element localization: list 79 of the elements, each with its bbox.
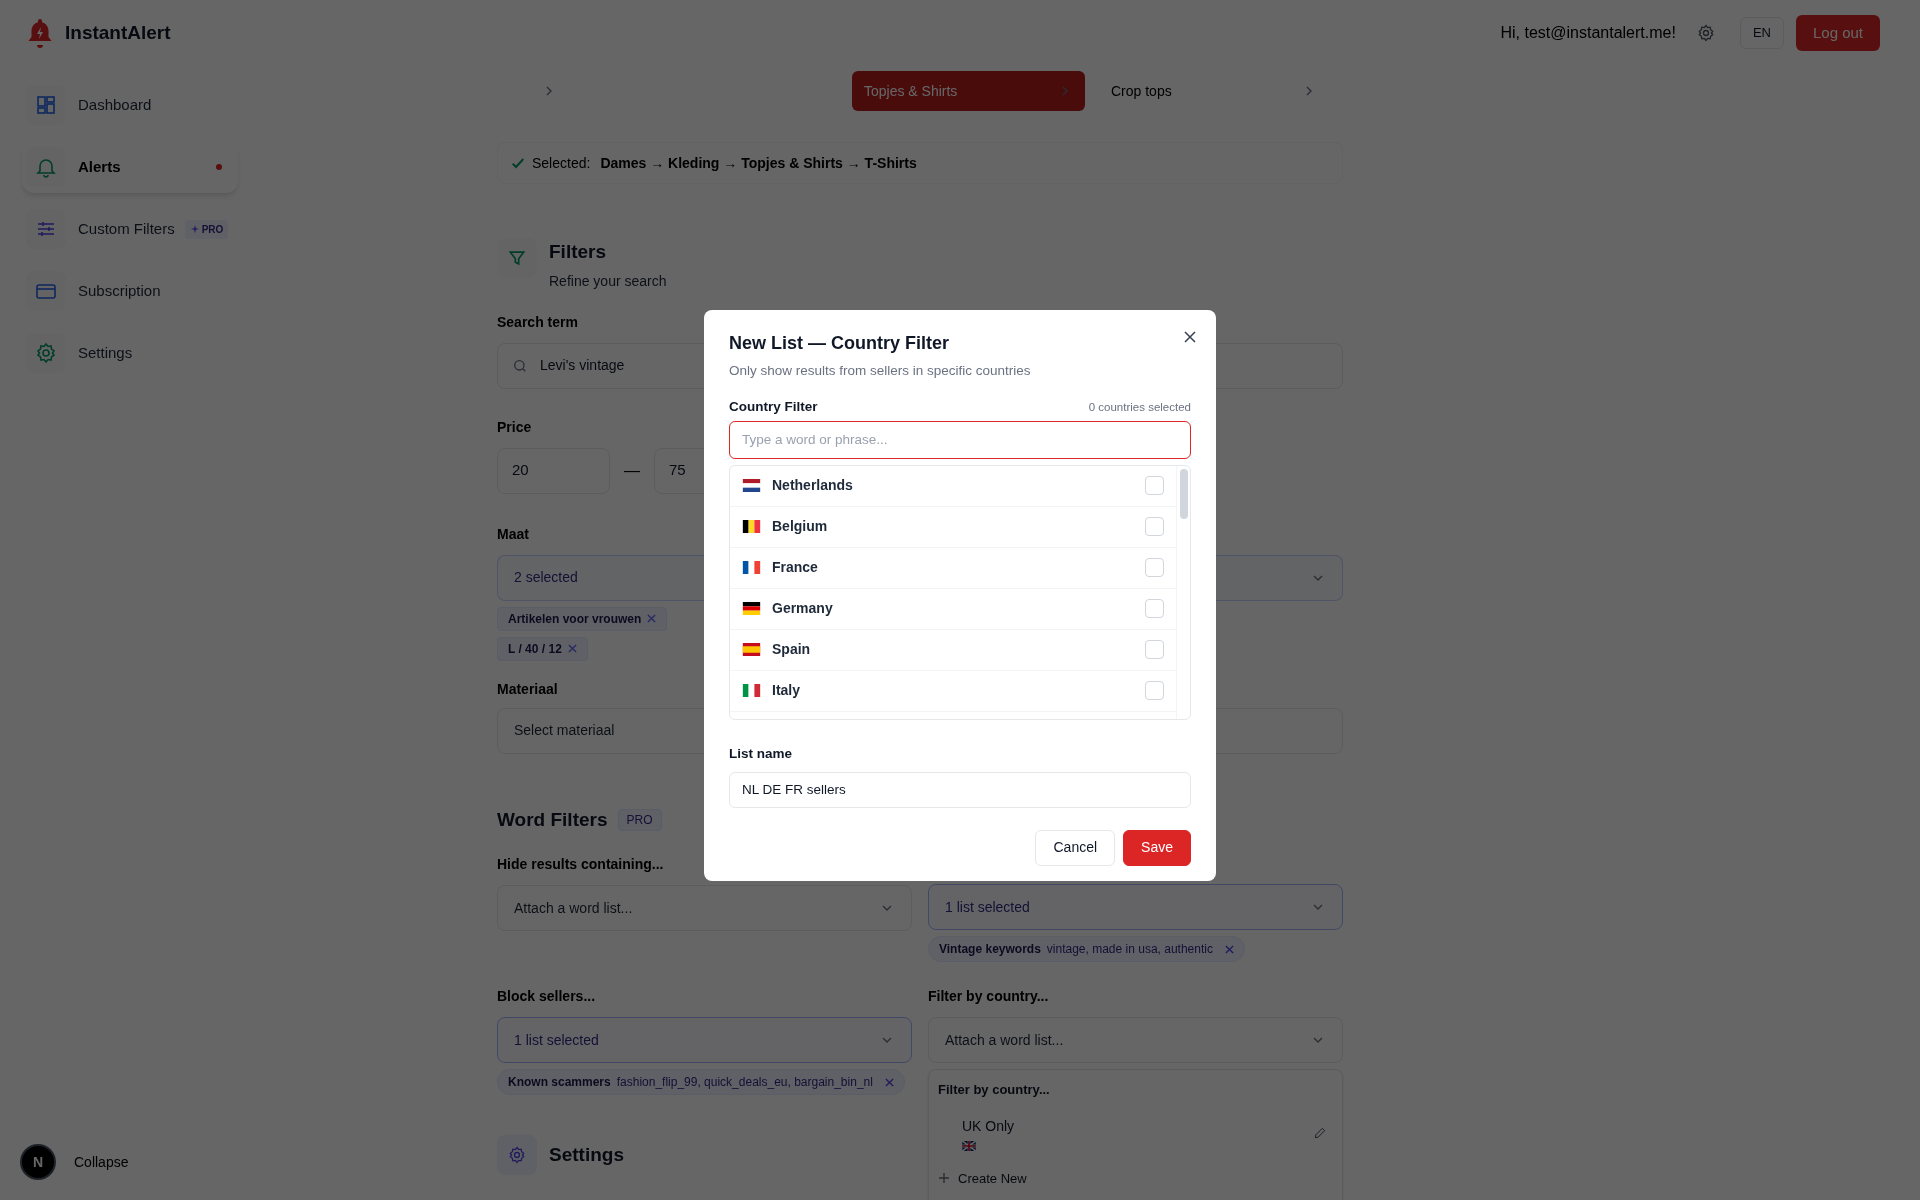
remove-icon[interactable]	[1224, 944, 1234, 954]
category-column[interactable]: Topjes & Shirts	[852, 71, 1085, 111]
country-row[interactable]: Italy	[730, 670, 1176, 712]
checkbox[interactable]	[1145, 558, 1164, 577]
modal-subtitle: Only show results from sellers in specific countries	[729, 362, 1032, 380]
country-row[interactable]: France	[730, 547, 1176, 589]
word-list-select[interactable]: Attach a word list...	[497, 885, 912, 931]
sidebar-item[interactable]: Alerts	[22, 141, 238, 193]
checkbox[interactable]	[1145, 599, 1164, 618]
sidebar-item[interactable]: Subscription	[22, 265, 238, 317]
selection-count: 0 countries selected	[1088, 399, 1191, 415]
gear-icon	[497, 1135, 537, 1175]
sidebar-item[interactable]: Custom Filters PRO	[22, 203, 238, 255]
price-min-field[interactable]: 20	[497, 447, 610, 494]
avatar[interactable]: N	[22, 1146, 54, 1178]
section-subtitle: Refine your search	[549, 271, 667, 291]
flag-icon	[742, 520, 761, 533]
field-label: Search term	[497, 312, 578, 332]
sidebar-item[interactable]: Settings	[22, 327, 238, 379]
collapse-button[interactable]: Collapse	[74, 1151, 129, 1173]
country-row[interactable]: Spain	[730, 629, 1176, 671]
section-title: Filters	[549, 240, 608, 264]
field-label: Maat	[497, 524, 529, 544]
category-column[interactable]: Crop tops	[1099, 71, 1329, 111]
range-separator: —	[624, 460, 640, 481]
flag-icon	[742, 643, 761, 656]
cancel-button[interactable]: Cancel	[1035, 829, 1116, 866]
pro-badge: PRO	[184, 219, 229, 239]
word-list-chip[interactable]: Known scammers fashion_flip_99, quick_deals_eu, bargain_bin_nl	[497, 1069, 905, 1095]
list-name-field[interactable]: NL DE FR sellers	[729, 771, 1191, 808]
pro-badge: PRO	[617, 808, 662, 831]
pencil-icon[interactable]	[1313, 1126, 1327, 1140]
save-button[interactable]: Save	[1123, 829, 1191, 866]
field-label: Price	[497, 417, 532, 437]
language-button[interactable]: EN	[1739, 17, 1784, 49]
field-label: Country Filter	[729, 398, 818, 417]
size-chip[interactable]: L / 40 / 12	[497, 636, 588, 661]
flag-icon	[742, 479, 761, 492]
menu-heading: Filter by country...	[938, 1081, 1051, 1099]
logout-button[interactable]: Log out	[1795, 15, 1880, 51]
word-list-chip[interactable]: Vintage keywords vintage, made in usa, authentic	[928, 936, 1245, 962]
scrollbar-thumb[interactable]	[1179, 468, 1188, 519]
plus-icon	[938, 1172, 950, 1185]
remove-icon[interactable]	[647, 614, 657, 623]
section-title: Word Filters	[497, 807, 608, 832]
app-name: InstantAlert	[65, 20, 171, 45]
category-path: Dames → Kleding → Topjes & Shirts → T-Shirts	[600, 153, 917, 173]
sidebar-item[interactable]: Dashboard	[22, 79, 238, 131]
country-row[interactable]: Germany	[730, 588, 1176, 630]
field-label: List name	[729, 744, 794, 763]
checkbox[interactable]	[1145, 681, 1164, 700]
selected-label: Selected:	[532, 153, 591, 173]
field-label: Hide results containing...	[497, 855, 664, 874]
flag-icon	[742, 602, 761, 615]
greeting-text: Hi, test@instantalert.me!	[1500, 23, 1676, 43]
country-row[interactable]: Netherlands	[730, 465, 1176, 507]
bell-logo-icon	[27, 18, 53, 48]
check-icon	[510, 155, 526, 171]
field-label: Materiaal	[497, 679, 558, 699]
checkbox[interactable]	[1145, 517, 1164, 536]
menu-option[interactable]: UK Only	[962, 1115, 1333, 1151]
field-label: Filter by country...	[928, 987, 1049, 1006]
search-field[interactable]: Type a word or phrase...	[729, 420, 1191, 459]
modal-title: New List — Country Filter	[729, 332, 950, 355]
checkbox[interactable]	[1145, 640, 1164, 659]
flag-icon	[962, 1140, 976, 1151]
create-new-option[interactable]: Create New	[938, 1168, 1333, 1188]
size-chip[interactable]: Artikelen voor vrouwen	[497, 606, 668, 631]
close-icon[interactable]	[1183, 330, 1197, 344]
search-icon	[512, 357, 528, 374]
word-list-select[interactable]: Attach a word list...	[928, 1017, 1343, 1063]
flag-icon	[742, 561, 761, 574]
checkbox[interactable]	[1145, 476, 1164, 495]
field-label: Block sellers...	[497, 987, 596, 1006]
remove-icon[interactable]	[567, 644, 577, 653]
remove-icon[interactable]	[884, 1077, 894, 1087]
country-row[interactable]: Belgium	[730, 506, 1176, 548]
flag-icon	[742, 684, 761, 697]
section-title: Settings	[549, 1142, 624, 1167]
